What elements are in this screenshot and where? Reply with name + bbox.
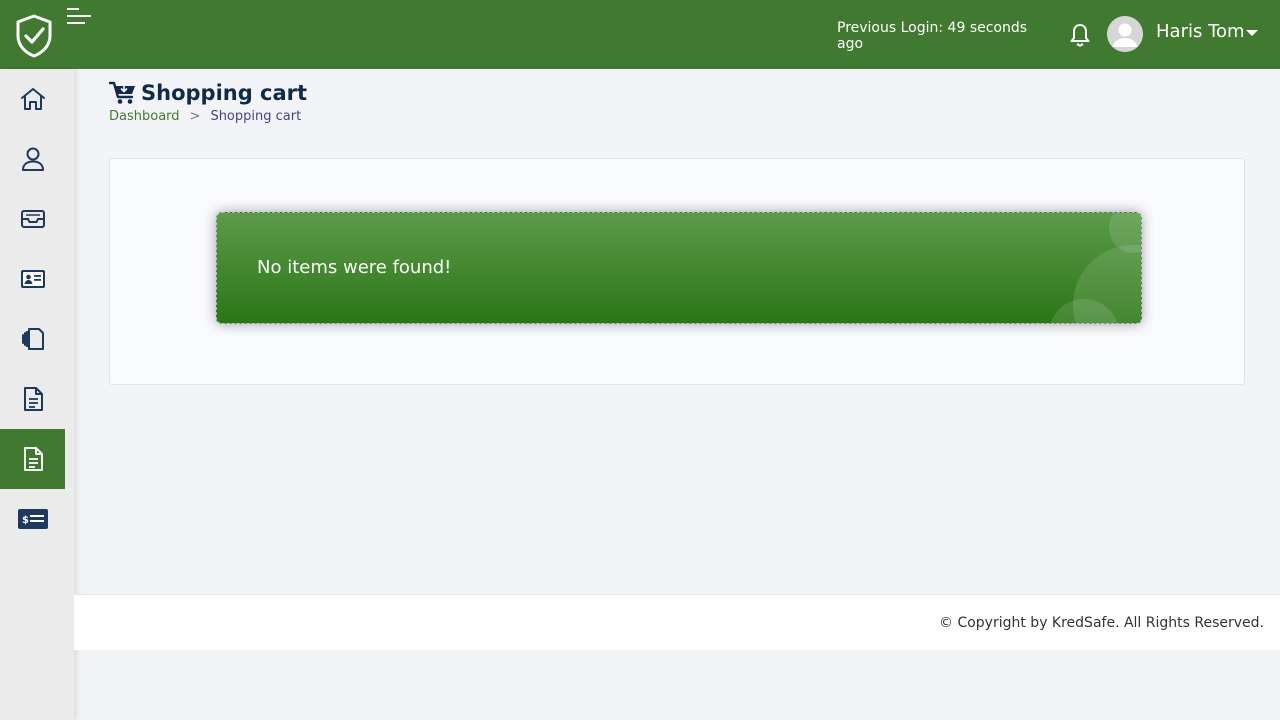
user-avatar-icon bbox=[1107, 16, 1143, 52]
shield-check-icon[interactable] bbox=[14, 14, 54, 58]
avatar[interactable] bbox=[1107, 16, 1143, 52]
breadcrumb-separator: > bbox=[189, 109, 201, 124]
sidebar-item-document[interactable] bbox=[0, 369, 65, 429]
breadcrumb: Dashboard > Shopping cart bbox=[109, 108, 301, 126]
documents-icon bbox=[21, 328, 44, 350]
sidebar-item-documents[interactable] bbox=[0, 309, 65, 369]
top-bar: Previous Login: 49 seconds ago Haris Tom bbox=[0, 0, 1280, 69]
cart-icon bbox=[109, 81, 135, 104]
sidebar-item-document-active[interactable] bbox=[0, 429, 65, 489]
sidebar-item-billing[interactable]: $ bbox=[0, 489, 65, 549]
page-title: Shopping cart bbox=[109, 80, 307, 106]
breadcrumb-dashboard-link[interactable]: Dashboard bbox=[109, 109, 180, 124]
empty-cart-alert: No items were found! bbox=[216, 212, 1142, 324]
inbox-icon bbox=[20, 210, 45, 228]
svg-text:$: $ bbox=[22, 515, 29, 526]
sidebar: $ bbox=[0, 69, 74, 720]
breadcrumb-current: Shopping cart bbox=[210, 109, 302, 124]
empty-cart-message: No items were found! bbox=[257, 257, 452, 278]
id-card-icon bbox=[20, 270, 45, 288]
sidebar-item-id-card[interactable] bbox=[0, 249, 65, 309]
billing-card-icon: $ bbox=[17, 509, 48, 529]
sidebar-item-inbox[interactable] bbox=[0, 189, 65, 249]
hamburger-icon[interactable] bbox=[64, 6, 94, 28]
user-name[interactable]: Haris Tom bbox=[1156, 21, 1245, 43]
document-icon bbox=[23, 447, 43, 471]
sidebar-item-home[interactable] bbox=[0, 69, 65, 129]
footer: © Copyright by KredSafe. All Rights Rese… bbox=[74, 594, 1280, 650]
previous-login-text: Previous Login: 49 seconds ago bbox=[837, 20, 1028, 52]
sidebar-item-profile[interactable] bbox=[0, 129, 65, 189]
user-icon bbox=[21, 147, 44, 171]
chevron-down-icon[interactable] bbox=[1246, 30, 1258, 36]
home-icon bbox=[20, 88, 45, 110]
bell-icon[interactable] bbox=[1068, 22, 1092, 48]
copyright-text: © Copyright by KredSafe. All Rights Rese… bbox=[939, 615, 1264, 631]
page-title-text: Shopping cart bbox=[141, 81, 308, 105]
document-icon bbox=[23, 387, 43, 411]
